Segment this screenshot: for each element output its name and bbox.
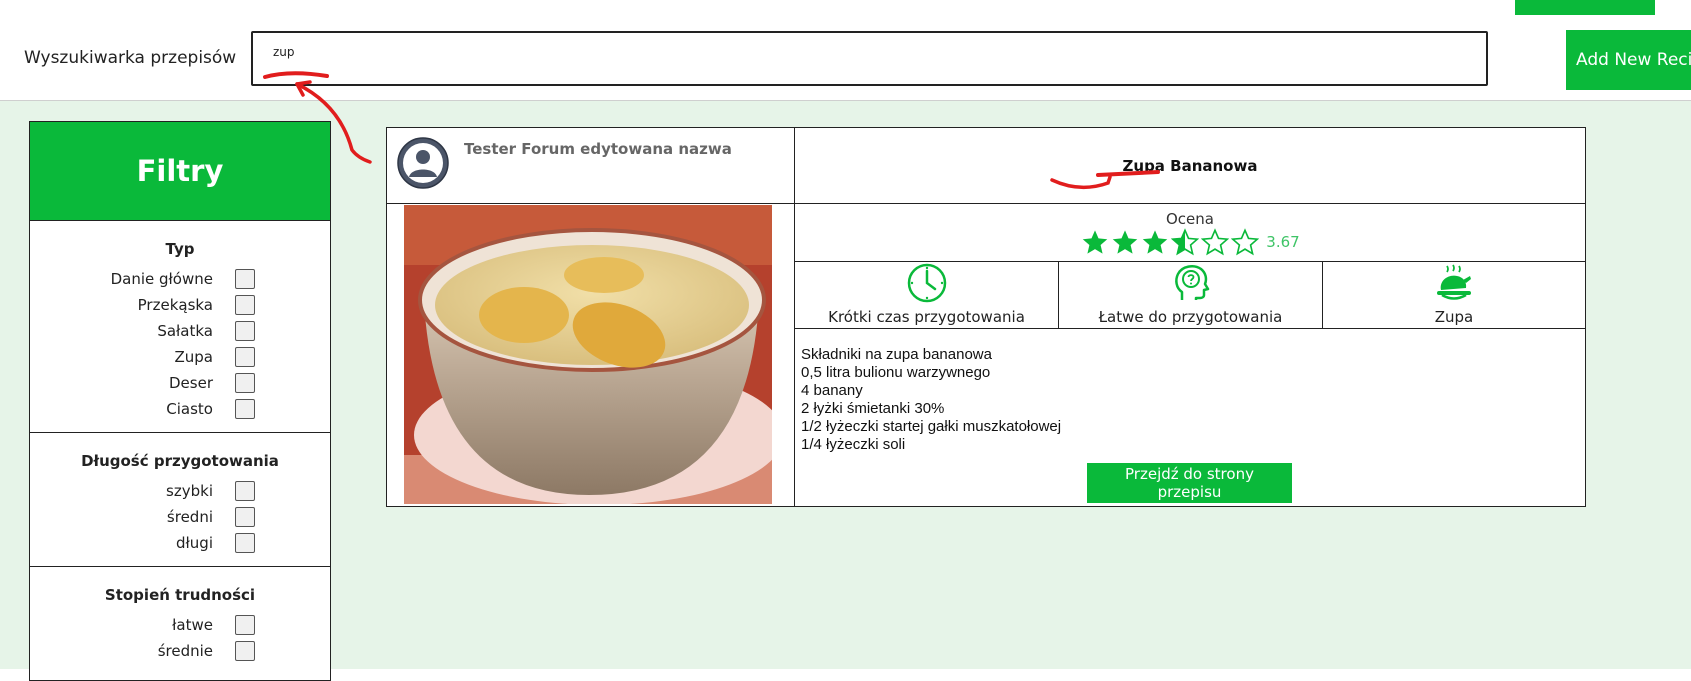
star-full-icon[interactable] <box>1081 228 1109 256</box>
filter-group-title: Stopień trudności <box>104 586 256 604</box>
soup-bowl-image <box>404 205 772 504</box>
filter-option-label: średni <box>166 508 213 526</box>
user-avatar-icon[interactable] <box>397 137 449 189</box>
filter-group-difficulty: Stopień trudności łatwe średnie <box>30 586 330 674</box>
filter-option: Ciasto <box>30 396 330 422</box>
filter-option-label: długi <box>176 534 213 552</box>
filter-group-title: Długość przygotowania <box>81 452 279 470</box>
filter-option: Danie główne <box>30 266 330 292</box>
filter-option: łatwe <box>30 612 330 638</box>
filter-group-type: Typ Danie główne Przekąska Sałatka Zupa … <box>30 240 330 433</box>
search-input[interactable] <box>251 31 1488 86</box>
filters-sidebar: Filtry Typ Danie główne Przekąska Sałatk… <box>29 121 331 681</box>
go-to-recipe-button[interactable]: Przejdź do strony przepisu <box>1087 463 1292 503</box>
filter-checkbox[interactable] <box>235 321 255 341</box>
ingredient-line: 2 łyżki śmietanki 30% <box>801 400 945 417</box>
filter-checkbox[interactable] <box>235 399 255 419</box>
filter-option-label: Przekąska <box>137 296 213 314</box>
filter-group-duration: Długość przygotowania szybki średni dług… <box>30 452 330 567</box>
filter-checkbox[interactable] <box>235 295 255 315</box>
filter-checkbox[interactable] <box>235 269 255 289</box>
feature-quick: Krótki czas przygotowania <box>795 262 1058 330</box>
recipe-title[interactable]: Zupa Bananowa <box>795 128 1585 203</box>
feature-label: Zupa <box>1434 308 1474 326</box>
head-question-icon <box>1174 265 1209 300</box>
filter-checkbox[interactable] <box>235 641 255 661</box>
feature-label: Łatwe do przygotowania <box>1098 308 1283 326</box>
filter-option: długi <box>30 530 330 556</box>
filter-option-label: łatwe <box>172 616 213 634</box>
recipe-photo[interactable] <box>404 205 772 504</box>
filter-option: Zupa <box>30 344 330 370</box>
feature-type: Zupa <box>1323 262 1585 330</box>
filter-group-title: Typ <box>165 240 195 258</box>
filter-option-label: Zupa <box>174 348 214 366</box>
filter-option-label: Deser <box>169 374 213 392</box>
feature-easy: Łatwe do przygotowania <box>1059 262 1322 330</box>
ingredient-line: 0,5 litra bulionu warzywnego <box>801 364 991 381</box>
clock-icon <box>907 263 946 303</box>
filter-checkbox[interactable] <box>235 481 255 501</box>
clipped-top-button[interactable] <box>1515 0 1655 15</box>
star-empty-icon[interactable] <box>1201 228 1230 256</box>
rating-label: Ocena <box>1166 210 1214 228</box>
filter-option-label: szybki <box>166 482 213 500</box>
star-full-icon[interactable] <box>1111 228 1139 256</box>
star-half-icon[interactable] <box>1171 228 1200 256</box>
ingredient-line: 1/4 łyżeczki soli <box>801 436 906 453</box>
filter-checkbox[interactable] <box>235 507 255 527</box>
filter-option-label: średnie <box>157 642 213 660</box>
ingredient-line: 1/2 łyżeczki startej gałki muszkatołowej <box>801 418 1062 435</box>
filter-option: Sałatka <box>30 318 330 344</box>
filter-option: szybki <box>30 478 330 504</box>
recipe-author[interactable]: Tester Forum edytowana nazwa <box>464 140 732 158</box>
filter-option: średni <box>30 504 330 530</box>
filters-title: Filtry <box>30 122 330 221</box>
filter-checkbox[interactable] <box>235 347 255 367</box>
recipe-card: Tester Forum edytowana nazwa Zupa Banano… <box>386 127 1586 507</box>
roast-chicken-icon <box>1437 264 1471 300</box>
star-empty-icon[interactable] <box>1231 228 1260 256</box>
filter-option-label: Ciasto <box>166 400 213 418</box>
filter-option: średnie <box>30 638 330 664</box>
rating-stars: 3.67 <box>795 228 1585 256</box>
feature-label: Krótki czas przygotowania <box>828 308 1025 326</box>
card-divider <box>387 203 1585 204</box>
top-bar: Wyszukiwarka przepisów Add New Recipe <box>0 0 1691 101</box>
add-new-recipe-button[interactable]: Add New Recipe <box>1566 30 1691 90</box>
ingredients-list: Składniki na zupa bananowa 0,5 litra bul… <box>801 346 1061 454</box>
search-label: Wyszukiwarka przepisów <box>24 48 237 68</box>
filter-option: Deser <box>30 370 330 396</box>
rating-value: 3.67 <box>1266 233 1300 251</box>
filter-checkbox[interactable] <box>235 373 255 393</box>
filter-checkbox[interactable] <box>235 615 255 635</box>
filter-option: Przekąska <box>30 292 330 318</box>
filter-option-label: Danie główne <box>110 270 213 288</box>
star-full-icon[interactable] <box>1141 228 1169 256</box>
ingredient-line: Składniki na zupa bananowa <box>801 346 992 363</box>
filter-option-label: Sałatka <box>157 322 213 340</box>
filter-checkbox[interactable] <box>235 533 255 553</box>
ingredient-line: 4 banany <box>801 382 863 399</box>
